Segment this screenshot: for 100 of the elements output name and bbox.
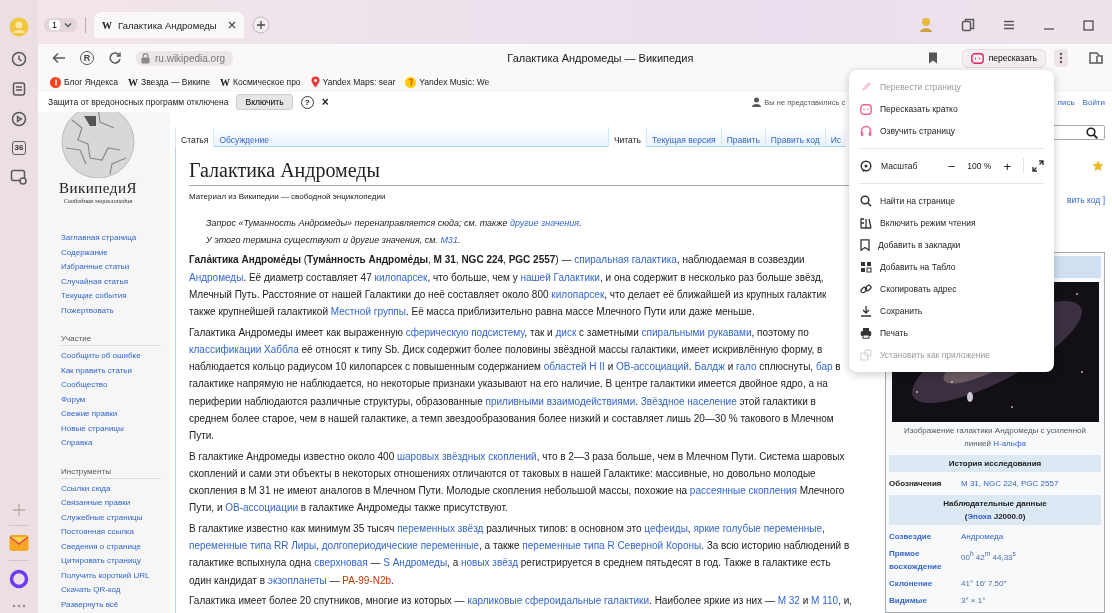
menu-item[interactable]: Найти на странице [859,190,1044,212]
menu-item[interactable]: Озвучить страницу [859,120,1044,142]
text-link[interactable]: H-альфа [993,439,1026,448]
menu-item[interactable]: Скопировать адрес [859,278,1044,300]
text-link[interactable]: Андромеда [961,532,1004,541]
edit-link[interactable]: вить код ] [1067,195,1105,205]
sidebar-link[interactable]: Новые страницы [61,421,161,436]
text-link[interactable]: M31 [440,234,458,245]
sidebar-link[interactable]: Справка [61,436,161,451]
text-link[interactable]: гало [736,361,757,373]
row-label[interactable]: Созвездие [889,530,961,543]
text-link[interactable]: цефеиды [644,523,688,534]
page-tab[interactable]: Обсуждение [213,127,274,148]
sidebar-link[interactable]: Скачать QR-код [61,583,161,598]
sidebar-link[interactable]: Сообщество [61,378,161,393]
text-link[interactable]: Местной группы [330,306,406,318]
account-link[interactable]: лись [1057,97,1075,107]
sidebar-link[interactable]: Сообщить об ошибке [61,349,161,364]
row-label[interactable]: Склонение [889,577,961,590]
bookmark[interactable]: W Звезда — Википе [128,76,210,88]
sidebar-link[interactable]: Свежие правки [61,407,161,422]
zoom-out-button[interactable]: − [943,158,960,174]
menu-item[interactable]: Печать [859,322,1044,344]
sidebar-link[interactable]: Сведения о странице [61,539,161,554]
sidebar-link[interactable]: Служебные страницы [61,510,161,525]
menu-item[interactable]: Сохранить [859,300,1044,322]
login-link[interactable]: Войти [1082,97,1105,107]
sidebar-link[interactable]: Цитировать страницу [61,554,161,569]
new-tab-button[interactable] [252,16,270,34]
text-link[interactable]: диск [555,326,577,338]
text-link[interactable]: нашей Галактики [520,271,600,283]
row-label[interactable]: Видимые [889,594,961,607]
text-link[interactable]: областей H II [543,361,605,373]
screen-icon[interactable] [10,169,28,185]
text-link[interactable]: OB-ассоциаций [616,361,689,373]
reload-icon[interactable] [108,51,122,65]
text-link[interactable]: OB-ассоциации [225,502,299,514]
page-tab[interactable]: Ис [824,127,846,148]
sidebar-link[interactable]: Форум [61,392,161,407]
notes-icon[interactable] [11,81,27,97]
browser-tab[interactable]: W Галактика Андромеды [94,12,244,38]
bookmark[interactable]: Yandex Maps: sear [310,76,396,88]
bookmark[interactable]: Yandex Music: We [405,76,490,88]
sidebar-link[interactable]: Получить короткий URL [61,568,161,583]
text-link[interactable]: переменных звёзд [397,523,484,534]
bookmark-icon[interactable] [927,52,938,64]
text-link[interactable]: M 31, NGC 224, PGC 2557 [961,479,1059,488]
summarize-button[interactable]: пересказать [961,48,1046,68]
sidebar-link[interactable]: Заглавная страница [61,231,161,246]
text-link[interactable]: шаровых звёздных скоплений [397,450,537,462]
star-icon[interactable] [1092,160,1104,172]
fullscreen-icon[interactable] [1032,160,1044,172]
sidebar-link[interactable]: Избранные статьи [61,260,161,275]
row-label[interactable]: Прямое восхождение [889,547,961,573]
sidebar-link[interactable]: Постоянная ссылка [61,525,161,540]
text-link[interactable]: Эпоха [967,512,992,521]
text-link[interactable]: M 32 [777,595,800,607]
text-link[interactable]: новых звёзд [461,557,518,569]
sidebar-link[interactable]: Ссылки сюда [61,481,161,496]
play-icon[interactable] [11,111,27,127]
menu-icon[interactable] [1003,20,1015,30]
text-link[interactable]: бар [815,361,833,373]
bookmark[interactable]: W Космическое про [220,76,301,88]
text-link[interactable]: яркие голубые переменные [693,523,822,534]
sidebar-link[interactable]: Содержание [61,245,161,260]
menu-item[interactable]: Включить режим чтения [859,212,1044,234]
text-link[interactable]: классификации Хаббла [189,343,299,355]
sidebar-link[interactable]: Случайная статья [61,274,161,289]
clock-icon[interactable] [11,51,27,67]
text-link[interactable]: Балдж [694,361,725,373]
address-field[interactable]: ru.wikipedia.org [136,50,234,66]
assistant-icon[interactable] [9,569,29,589]
menu-item[interactable]: Добавить в закладки [859,234,1044,256]
tab-counter-button[interactable]: 1 [44,18,77,32]
sidebar-link[interactable]: Как править статьи [61,363,161,378]
mail-icon[interactable] [9,534,29,552]
calendar-date[interactable]: 36 [11,141,27,155]
collections-icon[interactable] [961,18,975,32]
menu-item[interactable]: Пересказать кратко [859,98,1044,120]
close-icon[interactable] [228,21,236,29]
sidebar-link[interactable]: Связанные правки [61,496,161,511]
panel-icon[interactable] [1088,50,1104,66]
text-link[interactable]: спиральными рукавами [641,326,752,338]
close-button[interactable]: × [321,95,329,109]
more-button[interactable] [1054,49,1068,67]
sidebar-link[interactable]: Развернуть всё [61,597,161,612]
page-tab[interactable]: Править [720,127,765,148]
menu-item[interactable]: Добавить на Табло [859,256,1044,278]
back-icon[interactable] [52,52,66,64]
bookmark[interactable]: Блог Яндекса [50,76,119,88]
text-link[interactable]: экзопланеты [267,574,327,586]
sidebar-link[interactable]: Пожертвовать [61,303,161,318]
text-link[interactable]: Звёздное население [640,395,737,407]
page-tab[interactable]: Править код [764,127,825,148]
page-tab[interactable]: Текущая версия [646,127,721,148]
text-link[interactable]: сверхновая [314,557,368,569]
text-link[interactable]: рассеянные скопления [689,485,797,497]
text-link[interactable]: долгопериодические переменные [321,540,479,552]
zoom-in-button[interactable]: + [999,158,1015,174]
maximize-icon[interactable] [1083,19,1094,31]
